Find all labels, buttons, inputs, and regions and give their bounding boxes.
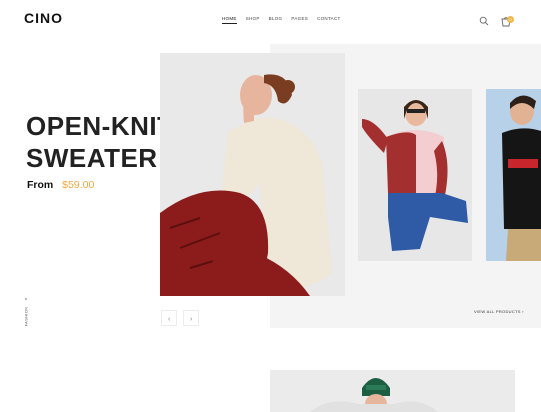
hero-product-photo[interactable] [160,53,345,296]
nav-home[interactable]: HOME [222,16,237,24]
prev-slide-button[interactable]: ‹ [161,310,177,326]
view-all-products-link[interactable]: VIEW ALL PRODUCTS › [474,309,524,314]
arrow-right-icon: › [522,309,524,314]
nav-contact[interactable]: CONTACT [317,16,341,24]
nav-shop[interactable]: SHOP [246,16,260,24]
view-all-label: VIEW ALL PRODUCTS [474,309,521,314]
chevron-left-icon: ‹ [168,316,171,323]
price-value: $59.00 [62,179,95,191]
chevron-right-icon: › [190,316,193,323]
price-label: From [27,179,54,191]
main-nav: HOME SHOP BLOG PAGES CONTACT [222,16,341,24]
hero-title: OPEN-KNIT SWEATER [26,111,174,173]
search-icon[interactable] [479,16,489,26]
slide-indicator-dot[interactable] [25,298,27,300]
hero-price: From $59.00 [27,179,94,191]
nav-pages[interactable]: PAGES [291,16,308,24]
logo[interactable]: CINO [24,10,63,26]
cart-count-badge: 0 [507,16,514,23]
side-category-label: FASHION [23,306,29,327]
product-photo-hoodie[interactable] [486,89,541,261]
next-slide-button[interactable]: › [183,310,199,326]
product-photo-beanie[interactable] [270,370,515,412]
product-photo-two-tone-sweater[interactable] [358,89,472,261]
nav-blog[interactable]: BLOG [269,16,283,24]
